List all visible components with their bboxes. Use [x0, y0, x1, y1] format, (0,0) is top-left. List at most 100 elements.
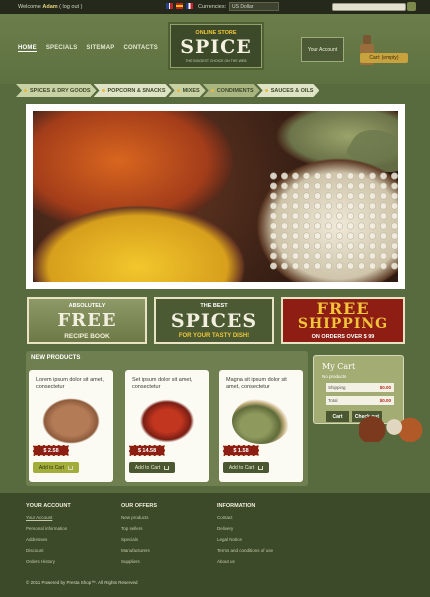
copyright-text: © 2011 Powered by Presta Shop™. All Righ…: [26, 580, 138, 585]
section-title: NEW PRODUCTS: [31, 355, 81, 361]
logout-link[interactable]: ( log out ): [59, 4, 82, 10]
header-cart[interactable]: Cart: (empty): [352, 35, 410, 69]
promo-line2: FREE: [316, 299, 370, 318]
spices-decoration: [359, 412, 423, 442]
footer: YOUR ACCOUNT Your Account Personal infor…: [0, 493, 430, 597]
footer-heading: YOUR ACCOUNT: [26, 503, 71, 509]
footer-link-legal-notice[interactable]: Legal Notice: [217, 537, 273, 542]
footer-link-orders-history[interactable]: Orders History: [26, 559, 71, 564]
english-flag-icon[interactable]: [166, 3, 173, 9]
footer-heading: OUR OFFERS: [121, 503, 158, 509]
footer-link-contact[interactable]: Contact: [217, 515, 273, 520]
button-label: Add to Cart: [134, 464, 161, 471]
promo-free-shipping[interactable]: FREE SHIPPING ON ORDERS OVER $ 99: [281, 297, 405, 344]
footer-link-about-us[interactable]: About us: [217, 559, 273, 564]
add-to-cart-button[interactable]: Add to Cart: [223, 462, 269, 473]
nav-contacts[interactable]: CONTACTS: [124, 45, 159, 52]
footer-account-column: YOUR ACCOUNT Your Account Personal infor…: [26, 503, 71, 570]
product-card[interactable]: Lorem ipsum dolor sit amet, consectetur …: [29, 370, 113, 482]
nav-home[interactable]: HOME: [18, 45, 37, 52]
welcome-message: Welcome Adam ( log out ): [18, 4, 82, 10]
spanish-flag-icon[interactable]: [176, 3, 183, 9]
promo-line3: ON ORDERS OVER $ 99: [311, 334, 375, 340]
footer-link-your-account[interactable]: Your Account: [26, 515, 71, 520]
bullet-icon: [265, 89, 268, 92]
nav-sitemap[interactable]: SITEMAP: [86, 45, 114, 52]
product-name[interactable]: Lorem ipsum dolor sit amet, consectetur: [36, 377, 108, 391]
your-account-button[interactable]: Your Account: [301, 37, 344, 62]
price-tag: $ 14.58: [129, 445, 165, 456]
search-button[interactable]: [407, 2, 416, 11]
category-bar: SPICES & DRY GOODS POPCORN & SNACKS MIXE…: [16, 84, 366, 97]
promo-best-spices[interactable]: THE BEST SPICES FOR YOUR TASTY DISH!: [154, 297, 274, 344]
category-spices[interactable]: SPICES & DRY GOODS: [16, 84, 97, 97]
product-name[interactable]: Magna sit ipsum dolor sit amet, consecte…: [226, 377, 298, 391]
cart-icon: [164, 465, 170, 470]
footer-link-addresses[interactable]: Addresses: [26, 537, 71, 542]
store-logo[interactable]: ONLINE STORE SPICE THE BIGGEST CHOICE ON…: [170, 24, 262, 68]
shipping-label: Shipping: [328, 385, 346, 390]
new-products-section: NEW PRODUCTS Lorem ipsum dolor sit amet,…: [26, 351, 308, 486]
promo-line1: THE BEST: [200, 303, 228, 309]
category-condiments[interactable]: CONDIMENTS: [203, 84, 260, 97]
promo-line3: FOR YOUR TASTY DISH!: [178, 333, 250, 339]
footer-link-new-products[interactable]: New products: [121, 515, 157, 520]
category-label: SAUCES & OILS: [270, 87, 314, 94]
welcome-prefix: Welcome: [18, 4, 41, 10]
price-tag: $ 2.58: [33, 445, 69, 456]
cart-icon: [258, 465, 264, 470]
bullet-icon: [102, 89, 105, 92]
footer-link-top-sellers[interactable]: Top sellers: [121, 526, 157, 531]
search-input[interactable]: [332, 3, 406, 11]
logo-tagline: THE BIGGEST CHOICE ON THE WEB: [185, 59, 247, 63]
header: HOME SPECIALS SITEMAP CONTACTS ONLINE ST…: [0, 14, 430, 84]
price-tag: $ 1.58: [223, 445, 259, 456]
category-mixes[interactable]: MIXES: [169, 84, 206, 97]
hero-banner[interactable]: [26, 104, 405, 289]
promo-line2: FREE: [57, 310, 117, 331]
product-image[interactable]: [232, 398, 290, 444]
category-label: MIXES: [182, 87, 200, 94]
view-cart-button[interactable]: Cart: [326, 411, 349, 422]
promo-line3: RECIPE BOOK: [64, 333, 110, 340]
french-flag-icon[interactable]: [186, 3, 193, 9]
cart-summary-button[interactable]: Cart: (empty): [360, 53, 408, 63]
spices-photo: [33, 111, 398, 282]
footer-link-manufacturers[interactable]: Manufacturers: [121, 548, 157, 553]
product-card[interactable]: Magna sit ipsum dolor sit amet, consecte…: [219, 370, 303, 482]
product-card[interactable]: Set ipsum dolor sit amet, consectetur $ …: [125, 370, 209, 482]
cart-empty-text: No products: [322, 374, 347, 379]
footer-link-delivery[interactable]: Delivery: [217, 526, 273, 531]
bullet-icon: [211, 89, 214, 92]
cart-icon: [68, 465, 74, 470]
footer-link-specials[interactable]: Specials: [121, 537, 157, 542]
bullet-icon: [177, 89, 180, 92]
logo-title: SPICE: [180, 36, 252, 58]
footer-link-personal-info[interactable]: Personal information: [26, 526, 71, 531]
total-value: $0.00: [379, 398, 391, 403]
footer-link-suppliers[interactable]: Suppliers: [121, 559, 157, 564]
promo-line2: SPICES: [170, 310, 258, 332]
add-to-cart-button[interactable]: Add to Cart: [129, 462, 175, 473]
product-name[interactable]: Set ipsum dolor sit amet, consectetur: [132, 377, 204, 391]
user-name: Adam: [42, 4, 58, 10]
footer-link-terms[interactable]: Terms and conditions of use: [217, 548, 273, 553]
total-label: Total: [328, 398, 338, 403]
footer-link-discount[interactable]: Discount: [26, 548, 71, 553]
promo-recipe-book[interactable]: ABSOLUTELY FREE RECIPE BOOK: [27, 297, 147, 344]
currency-label: Currencies:: [198, 4, 227, 10]
category-popcorn[interactable]: POPCORN & SNACKS: [94, 84, 172, 97]
currency-select[interactable]: US Dollar: [229, 2, 279, 11]
product-image[interactable]: [42, 398, 100, 444]
footer-heading: INFORMATION: [217, 503, 256, 509]
footer-offers-column: OUR OFFERS New products Top sellers Spec…: [121, 503, 157, 570]
add-to-cart-button[interactable]: Add to Cart: [33, 462, 79, 473]
product-image[interactable]: [138, 398, 196, 444]
nav-specials[interactable]: SPECIALS: [46, 45, 78, 52]
shipping-value: $0.00: [379, 385, 391, 390]
category-sauces[interactable]: SAUCES & OILS: [257, 84, 320, 97]
promo-line1: ABSOLUTELY: [68, 303, 106, 309]
button-label: Add to Cart: [38, 464, 65, 471]
cart-title: My Cart: [322, 362, 356, 371]
bullet-icon: [24, 89, 27, 92]
